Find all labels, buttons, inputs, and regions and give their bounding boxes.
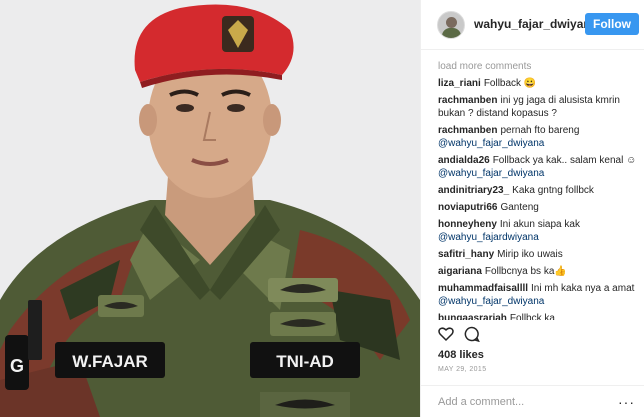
comment-text: Mirip iko uwais	[497, 249, 563, 260]
comment-username[interactable]: aigariana	[438, 266, 482, 277]
comment-mention-link[interactable]: @wahyu_fajar_dwiyana	[438, 168, 544, 179]
add-comment-input[interactable]: Add a comment...	[438, 396, 524, 408]
comment-item: rachmanben pernah fto bareng @wahyu_fajar_…	[438, 124, 643, 150]
comment-mention-link[interactable]: @wahyu_fajar_dwiyana	[438, 296, 544, 307]
comment-text: Ganteng	[500, 202, 539, 213]
comment-item: muhammadfaisallll Ini mh kaka nya a amat @…	[438, 282, 643, 308]
comment-text: Follbcnya bs ka👍	[484, 266, 567, 277]
comment-item: andinitriary23_ Kaka gntng follbck	[438, 184, 643, 197]
comment-item: andialda26 Follback ya kak.. salam kenal …	[438, 154, 643, 180]
comment-username[interactable]: honneyheny	[438, 219, 497, 230]
post-date: MAY 29, 2015	[438, 366, 487, 373]
comment-text: Follback ya kak.. salam kenal ☺	[492, 155, 637, 166]
avatar[interactable]	[437, 11, 465, 39]
heart-icon[interactable]	[438, 326, 454, 342]
load-more-comments-link[interactable]: load more comments	[438, 60, 643, 73]
comment-item: noviaputri66 Ganteng	[438, 201, 643, 214]
comment-item: honneyheny Ini akun siapa kak @wahyu_fajar…	[438, 218, 643, 244]
comment-username[interactable]: muhammadfaisallll	[438, 283, 528, 294]
follow-button[interactable]: Follow	[585, 13, 639, 35]
comment-text: pernah fto bareng	[500, 125, 580, 136]
comment-text: Kaka gntng follbck	[512, 185, 594, 196]
more-options-icon[interactable]: ···	[618, 394, 635, 410]
comment-username[interactable]: andialda26	[438, 155, 490, 166]
comment-mention-link[interactable]: @wahyu_fajardwiyana	[438, 232, 539, 243]
comment-username[interactable]: bungaasrariah	[438, 313, 507, 320]
comment-username[interactable]: safitri_hany	[438, 249, 494, 260]
comment-item: rachmanben ini yg jaga di alusista kmrin …	[438, 94, 643, 120]
post-side-panel: wahyu_fajar_dwiyana Follow load more com…	[420, 0, 644, 417]
comment-icon[interactable]	[464, 326, 480, 343]
comment-username[interactable]: rachmanben	[438, 95, 497, 106]
name-tape-text: W.FAJAR	[72, 352, 148, 371]
comment-text: Follbck ka	[509, 313, 555, 320]
add-comment-bar: Add a comment... ···	[421, 385, 644, 417]
post-header: wahyu_fajar_dwiyana Follow	[421, 0, 644, 50]
comment-mention-link[interactable]: @wahyu_fajar_dwiyana	[438, 138, 544, 149]
comment-item: aigariana Follbcnya bs ka👍	[438, 265, 643, 278]
comment-list: load more comments liza_riani Follback 😀 r…	[438, 60, 643, 320]
comment-item: liza_riani Follback 😀	[438, 77, 643, 90]
comment-username[interactable]: noviaputri66	[438, 202, 497, 213]
comment-username[interactable]: rachmanben	[438, 125, 497, 136]
comment-text: Ini akun siapa kak	[499, 219, 580, 230]
post-username[interactable]: wahyu_fajar_dwiyana	[474, 17, 597, 31]
comment-text: Follback 😀	[483, 78, 537, 89]
unit-tape-text: TNI-AD	[276, 352, 334, 371]
comment-item: safitri_hany Mirip iko uwais	[438, 248, 643, 261]
comment-username[interactable]: liza_riani	[438, 78, 481, 89]
likes-count[interactable]: 408 likes	[438, 349, 484, 361]
action-bar	[438, 326, 638, 343]
comment-text: Ini mh kaka nya a amat	[531, 283, 635, 294]
post-photo[interactable]: W.FAJAR TNI-AD G	[0, 0, 420, 417]
shoulder-tab-text: G	[10, 356, 24, 376]
comment-item: bungaasrariah Follbck ka	[438, 312, 643, 320]
comment-username[interactable]: andinitriary23_	[438, 185, 509, 196]
